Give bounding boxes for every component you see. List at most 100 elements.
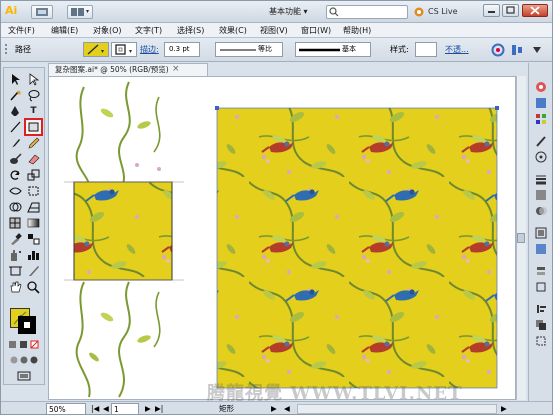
layers-icon[interactable] bbox=[535, 265, 547, 277]
hand-tool[interactable] bbox=[8, 280, 23, 294]
stroke-weight-input[interactable]: 0.3 pt bbox=[164, 42, 200, 57]
minimize-button[interactable] bbox=[483, 4, 500, 17]
document-canvas[interactable] bbox=[48, 76, 516, 400]
blob-brush-tool[interactable] bbox=[8, 152, 23, 166]
brushes-icon[interactable] bbox=[535, 135, 547, 147]
search-input[interactable] bbox=[326, 5, 408, 19]
magic-wand-tool[interactable] bbox=[8, 88, 23, 102]
gradient-panel-icon[interactable] bbox=[535, 189, 547, 201]
pencil-tool[interactable] bbox=[26, 136, 41, 150]
symbol-sprayer-tool[interactable] bbox=[8, 248, 23, 262]
horizontal-scrollbar[interactable] bbox=[297, 404, 497, 414]
stroke-color-dropdown[interactable]: ▾ bbox=[111, 42, 137, 57]
graphic-styles-icon[interactable] bbox=[535, 243, 547, 255]
appearance-icon[interactable] bbox=[535, 227, 547, 239]
document-tab[interactable]: 复杂图案.ai* @ 50% (RGB/预览) bbox=[48, 63, 208, 76]
color-guide-icon[interactable] bbox=[535, 97, 547, 109]
menu-object[interactable]: 对象(O) bbox=[93, 25, 122, 36]
pathfinder-icon[interactable] bbox=[535, 319, 547, 331]
variable-width-profile[interactable]: 等比 bbox=[215, 42, 283, 57]
symbols-icon[interactable] bbox=[535, 151, 547, 163]
width-tool[interactable] bbox=[8, 184, 23, 198]
artboard-number-field[interactable]: 1 bbox=[111, 403, 139, 414]
menu-effect[interactable]: 效果(C) bbox=[219, 25, 247, 36]
pen-tool[interactable] bbox=[8, 104, 23, 118]
eyedropper-tool[interactable] bbox=[8, 232, 23, 246]
stroke-color-swatch[interactable] bbox=[18, 316, 36, 334]
paintbrush-icon bbox=[11, 139, 20, 148]
cs-live-icon bbox=[414, 7, 424, 17]
rotate-tool[interactable] bbox=[8, 168, 23, 182]
eraser-tool[interactable] bbox=[26, 152, 41, 166]
stroke-weight-value: 0.3 pt bbox=[169, 45, 190, 53]
transparency-icon[interactable] bbox=[535, 205, 547, 217]
stroke-link[interactable]: 描边: bbox=[140, 43, 159, 57]
free-transform-tool[interactable] bbox=[26, 184, 41, 198]
bridge-icon bbox=[36, 8, 48, 16]
recolor-artwork-icon[interactable] bbox=[491, 43, 505, 57]
close-button[interactable] bbox=[522, 4, 548, 17]
bridge-button[interactable] bbox=[31, 5, 53, 19]
menu-edit[interactable]: 编辑(E) bbox=[51, 25, 78, 36]
rectangle-tool[interactable] bbox=[24, 118, 43, 136]
maximize-button[interactable] bbox=[502, 4, 519, 17]
align-icon[interactable] bbox=[510, 43, 524, 57]
mesh-tool[interactable] bbox=[8, 216, 23, 230]
direct-selection-tool[interactable] bbox=[26, 72, 41, 86]
prev-artboard-icon[interactable]: ◀ bbox=[103, 403, 109, 414]
hscroll-left-icon[interactable]: ◀ bbox=[284, 403, 290, 414]
menu-view[interactable]: 视图(V) bbox=[260, 25, 288, 36]
grip-icon bbox=[5, 44, 7, 54]
color-panel-icon[interactable] bbox=[535, 81, 547, 93]
next-artboard-icon[interactable]: ▶ bbox=[145, 403, 151, 414]
type-tool[interactable]: T bbox=[26, 104, 41, 118]
stroke-panel-icon[interactable] bbox=[535, 173, 547, 185]
arrange-documents-button[interactable] bbox=[67, 5, 93, 19]
screen-mode-icon[interactable] bbox=[16, 370, 34, 382]
menu-bar: 文件(F) 编辑(E) 对象(O) 文字(T) 选择(S) 效果(C) 视图(V… bbox=[1, 23, 552, 38]
opacity-link[interactable]: 不透... bbox=[445, 43, 469, 57]
artboards-icon[interactable] bbox=[535, 281, 547, 293]
first-artboard-icon[interactable]: |◀ bbox=[91, 403, 99, 414]
artwork bbox=[64, 81, 499, 398]
paintbrush-tool[interactable] bbox=[8, 136, 23, 150]
transform-icon[interactable] bbox=[535, 335, 547, 347]
scale-tool[interactable] bbox=[26, 168, 41, 182]
pattern-fill-rectangle bbox=[215, 106, 499, 389]
shape-builder-tool[interactable] bbox=[8, 200, 23, 214]
artboard-tool[interactable] bbox=[8, 264, 23, 278]
zoom-tool[interactable] bbox=[26, 280, 41, 294]
graphic-style-dropdown[interactable] bbox=[415, 42, 437, 57]
perspective-grid-tool[interactable] bbox=[26, 200, 41, 214]
profile-label: 等比 bbox=[258, 45, 272, 53]
status-menu-icon[interactable]: ▶ bbox=[271, 403, 277, 414]
draw-mode-icons[interactable] bbox=[9, 354, 41, 366]
brush-definition[interactable]: 基本 bbox=[295, 42, 371, 57]
line-tool[interactable] bbox=[8, 120, 23, 134]
cs-live-button[interactable]: CS Live bbox=[414, 4, 472, 20]
menu-window[interactable]: 窗口(W) bbox=[301, 25, 331, 36]
swatches-icon[interactable] bbox=[535, 113, 547, 125]
hscroll-right-icon[interactable]: ▶ bbox=[501, 403, 507, 414]
blend-tool[interactable] bbox=[26, 232, 41, 246]
slice-tool[interactable] bbox=[26, 264, 41, 278]
last-artboard-icon[interactable]: ▶| bbox=[155, 403, 163, 414]
fill-color-dropdown[interactable]: ▾ bbox=[83, 42, 109, 57]
minimize-icon bbox=[488, 11, 495, 13]
column-graph-tool[interactable] bbox=[26, 248, 41, 262]
mesh-icon bbox=[9, 217, 21, 229]
gradient-tool[interactable] bbox=[26, 216, 41, 230]
menu-help[interactable]: 帮助(H) bbox=[343, 25, 371, 36]
selection-tool[interactable] bbox=[8, 72, 23, 86]
workspace-switcher[interactable]: 基本功能 ▾ bbox=[264, 4, 322, 20]
panel-menu-icon[interactable] bbox=[530, 43, 544, 57]
align-panel-icon[interactable] bbox=[535, 303, 547, 315]
tab-close-icon[interactable]: × bbox=[172, 64, 180, 74]
menu-type[interactable]: 文字(T) bbox=[135, 25, 162, 36]
menu-select[interactable]: 选择(S) bbox=[177, 25, 204, 36]
scrollbar-thumb[interactable] bbox=[517, 233, 525, 243]
lasso-tool[interactable] bbox=[26, 88, 41, 102]
column-graph-icon bbox=[28, 251, 39, 260]
menu-file[interactable]: 文件(F) bbox=[8, 25, 35, 36]
zoom-level-field[interactable]: 50% bbox=[46, 403, 86, 414]
